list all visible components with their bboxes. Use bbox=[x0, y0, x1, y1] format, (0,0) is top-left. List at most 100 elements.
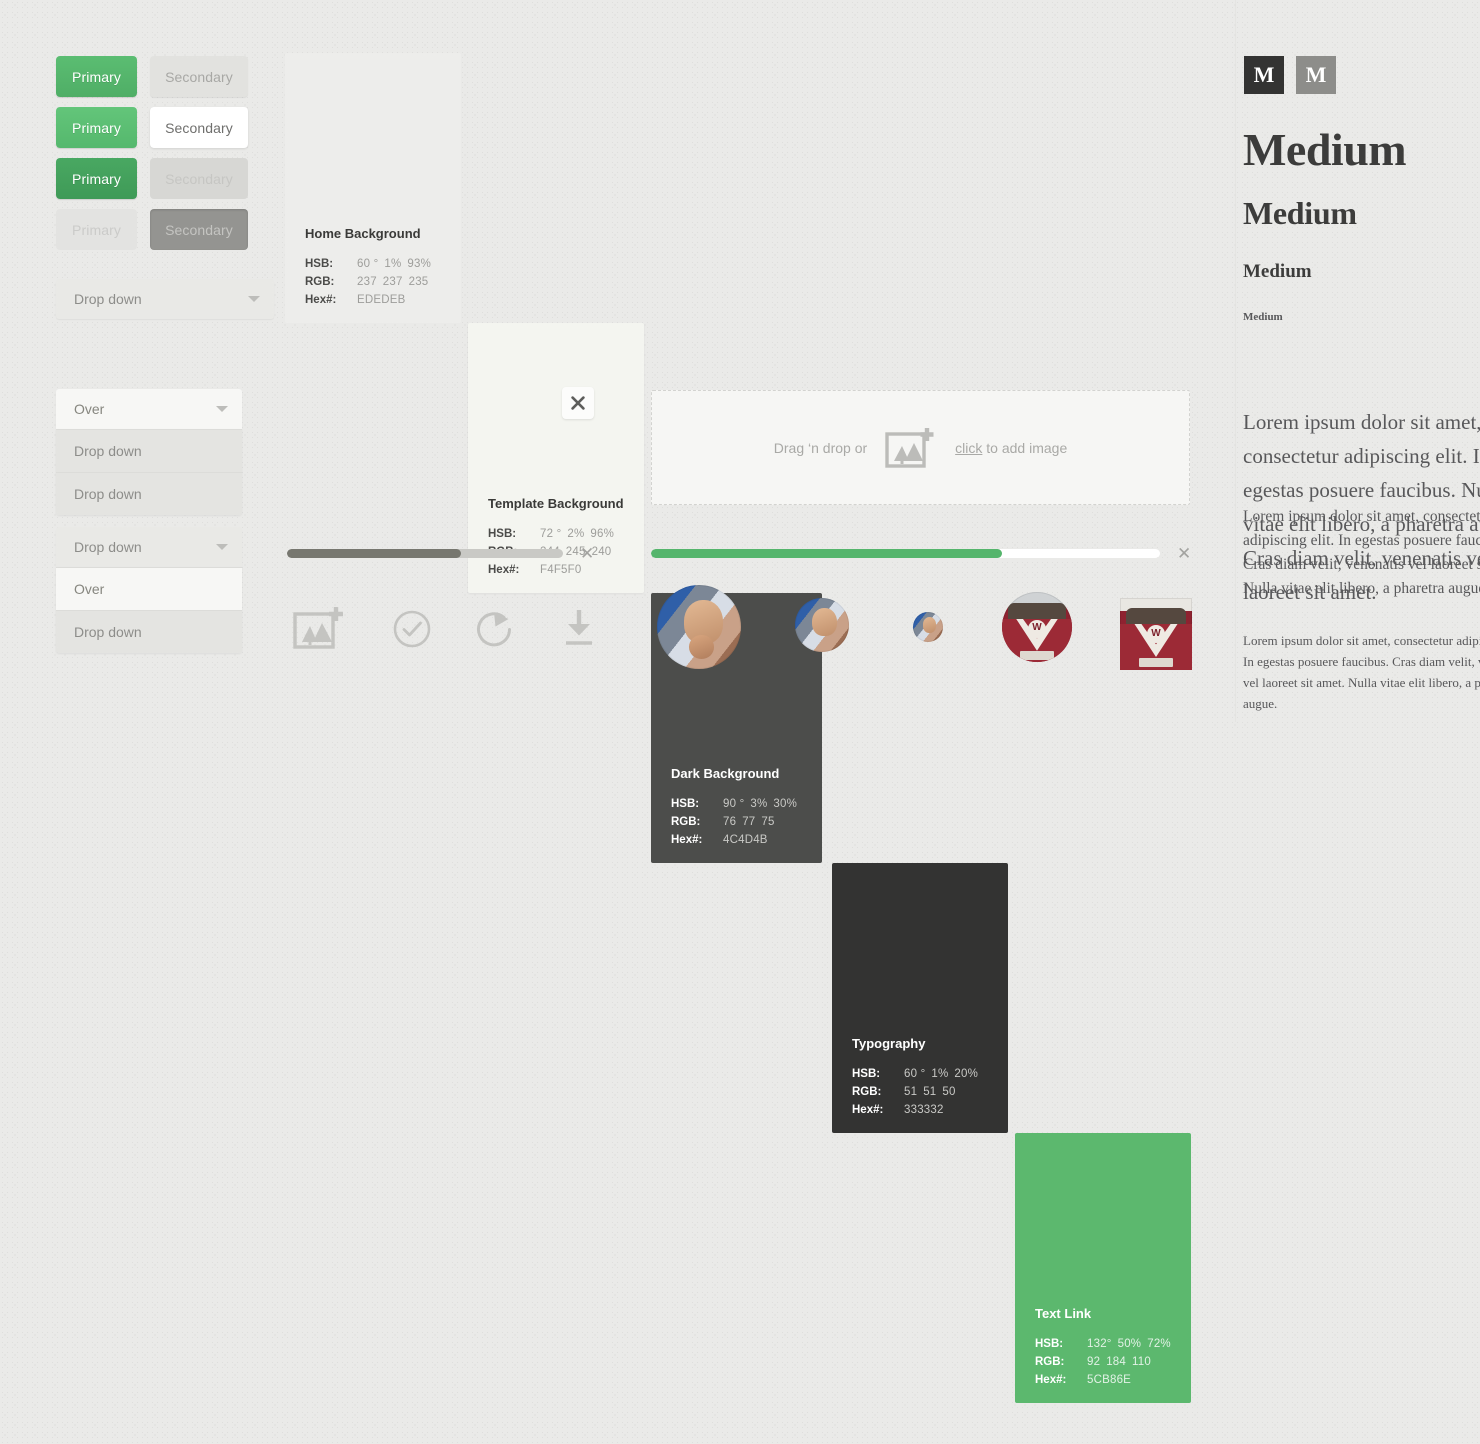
close-icon bbox=[571, 396, 585, 410]
progress-bar-green[interactable] bbox=[651, 549, 1160, 558]
dropdown-a-option-label: Drop down bbox=[74, 486, 142, 502]
primary-button-normal[interactable]: Primary bbox=[56, 56, 137, 97]
chevron-down-icon bbox=[216, 544, 228, 550]
share-arrow-icon bbox=[475, 607, 519, 649]
dropzone-text-after: to add image bbox=[982, 440, 1067, 456]
swatch-hsb-value: 132°50%72% bbox=[1087, 1335, 1177, 1353]
avatar-person-small bbox=[913, 612, 943, 642]
progress-row-green: ✕ bbox=[651, 545, 1196, 562]
swatch-hex-value: EDEDEB bbox=[357, 291, 406, 309]
swatch-hex-label: Hex#: bbox=[852, 1101, 904, 1119]
avatar-van-square: W bbox=[1120, 598, 1192, 670]
swatch-rgb-label: RGB: bbox=[305, 273, 357, 291]
dropdown-a-option[interactable]: Drop down bbox=[56, 472, 242, 515]
avatar-person-medium bbox=[795, 598, 849, 652]
primary-button-disabled: Primary bbox=[56, 209, 137, 250]
swatch-card-text-link: Text Link HSB:132°50%72% RGB:92184110 He… bbox=[1015, 1133, 1191, 1403]
dropdown-a-option[interactable]: Drop down bbox=[56, 429, 242, 472]
dropdown-closed-label: Drop down bbox=[74, 291, 142, 307]
dropdown-b-option-label: Drop down bbox=[74, 624, 142, 640]
swatch-card-home-background: Home Background HSB:60 °1%93% RGB:237237… bbox=[285, 53, 461, 323]
primary-button-label: Primary bbox=[72, 222, 121, 238]
confirm-action[interactable] bbox=[392, 609, 432, 654]
secondary-button-pressed[interactable]: Secondary bbox=[150, 209, 248, 250]
swatch-title: Typography bbox=[852, 1036, 998, 1051]
primary-button-active[interactable]: Primary bbox=[56, 158, 137, 199]
panel-divider bbox=[1235, 0, 1236, 722]
paragraph-medium: Lorem ipsum dolor sit amet, consectetur … bbox=[1243, 505, 1480, 601]
swatch-hex-label: Hex#: bbox=[305, 291, 357, 309]
style-guide-canvas: Primary Secondary Primary Secondary Prim… bbox=[0, 0, 1480, 722]
dropdown-b-option-label: Over bbox=[74, 581, 104, 597]
progress-bar-gray[interactable] bbox=[287, 549, 563, 558]
swatch-hsb-label: HSB: bbox=[1035, 1335, 1087, 1353]
add-image-icon bbox=[293, 605, 345, 651]
swatch-title: Home Background bbox=[305, 226, 451, 241]
secondary-button-label: Secondary bbox=[165, 120, 233, 136]
dropdown-b-trigger[interactable]: Drop down bbox=[56, 527, 242, 567]
progress-cancel-button[interactable]: ✕ bbox=[1177, 545, 1191, 562]
secondary-button-hover[interactable]: Secondary bbox=[150, 107, 248, 148]
dropdown-a-option-label: Drop down bbox=[74, 443, 142, 459]
swatch-hex-label: Hex#: bbox=[488, 561, 540, 579]
dropdown-b-option[interactable]: Drop down bbox=[56, 610, 242, 653]
dropzone-click-text: click to add image bbox=[955, 440, 1067, 456]
download-action[interactable] bbox=[561, 608, 597, 653]
share-action[interactable] bbox=[475, 607, 519, 654]
secondary-button-label: Secondary bbox=[165, 222, 233, 238]
swatch-hex-value: 4C4D4B bbox=[723, 831, 768, 849]
swatch-title: Text Link bbox=[1035, 1306, 1181, 1321]
swatch-rgb-label: RGB: bbox=[671, 813, 723, 831]
swatch-title: Dark Background bbox=[671, 766, 812, 781]
type-sample-h4: Medium bbox=[1243, 311, 1283, 323]
logo-letter: M bbox=[1306, 62, 1327, 88]
swatch-rgb-value: 237237235 bbox=[357, 273, 434, 291]
secondary-button-label: Secondary bbox=[165, 171, 233, 187]
swatch-rgb-label: RGB: bbox=[852, 1083, 904, 1101]
swatch-hsb-label: HSB: bbox=[671, 795, 723, 813]
progress-fill bbox=[287, 549, 461, 558]
swatch-title: Template Background bbox=[488, 496, 634, 511]
dropdown-closed[interactable]: Drop down bbox=[56, 279, 274, 319]
swatch-rgb-label: RGB: bbox=[1035, 1353, 1087, 1371]
dropdown-a-trigger-label: Over bbox=[74, 401, 104, 417]
swatch-hsb-value: 60 °1%93% bbox=[357, 255, 437, 273]
swatch-hsb-value: 72 °2%96% bbox=[540, 525, 620, 543]
swatch-hsb-label: HSB: bbox=[488, 525, 540, 543]
swatch-hsb-label: HSB: bbox=[852, 1065, 904, 1083]
add-image-action[interactable] bbox=[293, 605, 345, 656]
primary-button-label: Primary bbox=[72, 69, 121, 85]
type-sample-h1: Medium bbox=[1243, 123, 1406, 176]
check-circle-icon bbox=[392, 609, 432, 649]
progress-fill bbox=[651, 549, 1002, 558]
close-button[interactable] bbox=[562, 387, 594, 419]
progress-cancel-button[interactable]: ✕ bbox=[580, 545, 594, 562]
logo-letter: M bbox=[1254, 62, 1275, 88]
swatch-rgb-value: 515150 bbox=[904, 1083, 962, 1101]
secondary-button-normal[interactable]: Secondary bbox=[150, 56, 248, 97]
dropdown-a-options: Drop down Drop down bbox=[56, 429, 242, 515]
primary-button-label: Primary bbox=[72, 120, 121, 136]
download-icon bbox=[561, 608, 597, 648]
dropdown-open-a: Over Drop down Drop down bbox=[56, 389, 242, 515]
swatch-rgb-value: 92184110 bbox=[1087, 1353, 1157, 1371]
chevron-down-icon bbox=[216, 406, 228, 412]
dropdown-a-trigger[interactable]: Over bbox=[56, 389, 242, 429]
image-dropzone[interactable]: Drag ‘n drop or click to add image bbox=[651, 390, 1190, 505]
dropdown-b-trigger-label: Drop down bbox=[74, 539, 142, 555]
type-sample-h3: Medium bbox=[1243, 261, 1312, 283]
primary-button-hover[interactable]: Primary bbox=[56, 107, 137, 148]
dropzone-text-before: Drag ‘n drop or bbox=[774, 440, 867, 456]
swatch-hex-value: F4F5F0 bbox=[540, 561, 581, 579]
primary-button-label: Primary bbox=[72, 171, 121, 187]
logo-mark-gray: M bbox=[1296, 56, 1336, 94]
logo-mark-dark: M bbox=[1244, 56, 1284, 94]
dropdown-b-option-over[interactable]: Over bbox=[56, 567, 242, 610]
secondary-button-disabled: Secondary bbox=[150, 158, 248, 199]
swatch-hsb-value: 90 °3%30% bbox=[723, 795, 803, 813]
paragraph-small: Lorem ipsum dolor sit amet, consectetur … bbox=[1243, 630, 1480, 714]
dropzone-click-link[interactable]: click bbox=[955, 440, 982, 456]
swatch-hex-value: 5CB86E bbox=[1087, 1371, 1131, 1389]
swatch-hex-label: Hex#: bbox=[1035, 1371, 1087, 1389]
secondary-button-label: Secondary bbox=[165, 69, 233, 85]
